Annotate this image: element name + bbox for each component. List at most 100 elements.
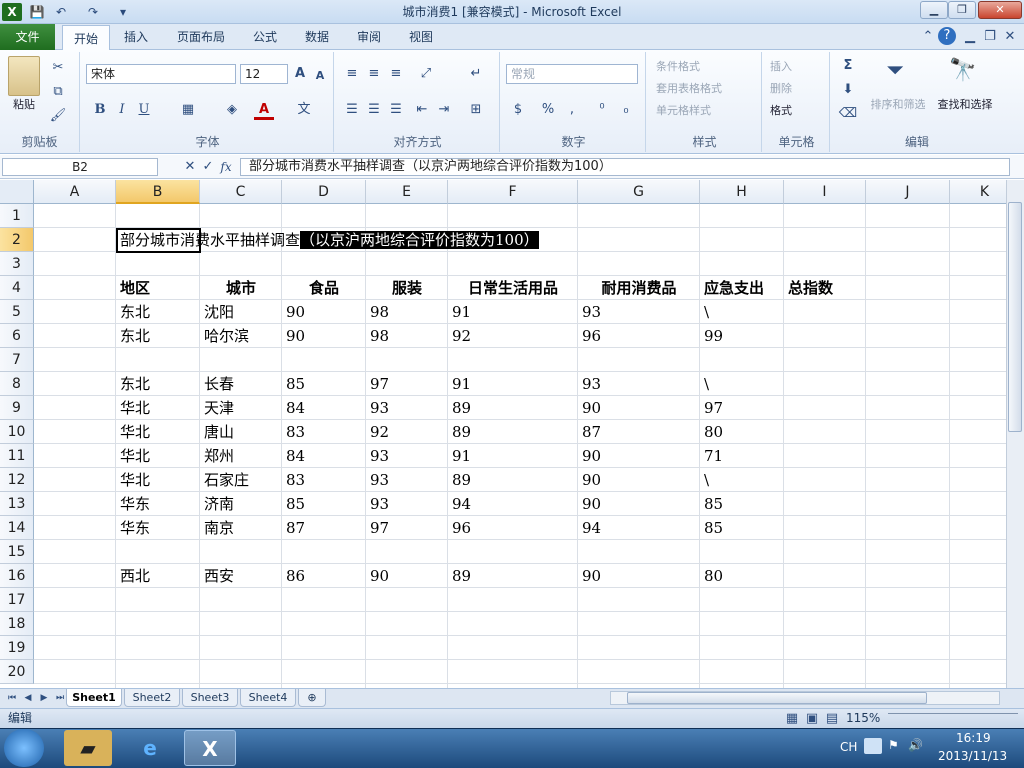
keyboard-icon[interactable]	[864, 738, 882, 754]
font-color-icon[interactable]: A	[254, 100, 274, 120]
align-middle-icon[interactable]: ≡	[364, 64, 384, 84]
data-cell[interactable]: 93	[366, 444, 448, 468]
borders-icon[interactable]: ▦	[178, 100, 198, 120]
data-cell[interactable]: 华北	[116, 396, 200, 420]
file-tab[interactable]: 文件	[0, 24, 55, 50]
data-cell[interactable]: 92	[448, 324, 578, 348]
paste-icon[interactable]	[8, 56, 40, 96]
data-cell[interactable]: 91	[448, 444, 578, 468]
doc-close-icon[interactable]: ✕	[1000, 27, 1020, 47]
data-cell[interactable]: 91	[448, 300, 578, 324]
data-cell[interactable]: 86	[282, 564, 366, 588]
column-header-c[interactable]: C	[200, 180, 282, 204]
data-cell[interactable]: 92	[366, 420, 448, 444]
data-cell[interactable]: 80	[700, 564, 784, 588]
cancel-entry-icon[interactable]: ✕	[180, 157, 200, 177]
header-cell[interactable]: 日常生活用品	[448, 276, 578, 300]
sort-filter-icon[interactable]: ⏷	[880, 56, 910, 86]
data-cell[interactable]: 89	[448, 564, 578, 588]
data-cell[interactable]: 哈尔滨	[200, 324, 282, 348]
redo-icon[interactable]: ↷	[84, 3, 102, 21]
data-cell[interactable]: 华东	[116, 492, 200, 516]
data-cell[interactable]: 84	[282, 444, 366, 468]
data-cell[interactable]: 90	[578, 564, 700, 588]
volume-icon[interactable]: 🔊	[908, 738, 923, 752]
data-cell[interactable]: 东北	[116, 372, 200, 396]
formula-input[interactable]: 部分城市消费水平抽样调查（以京沪两地综合评价指数为100）	[240, 158, 1010, 176]
number-format-select[interactable]: 常规	[506, 64, 638, 84]
sheet-tab-sheet4[interactable]: Sheet4	[240, 689, 296, 707]
delete-cells-button[interactable]: 删除	[770, 80, 826, 96]
comma-icon[interactable]: ,	[562, 100, 582, 120]
data-cell[interactable]: 83	[282, 420, 366, 444]
header-cell[interactable]: 地区	[116, 276, 200, 300]
paste-button[interactable]: 粘贴	[6, 96, 42, 112]
column-header-a[interactable]: A	[34, 180, 116, 204]
merge-center-icon[interactable]: ⊞	[466, 100, 486, 120]
vertical-scroll-thumb[interactable]	[1008, 202, 1022, 432]
tab-insert[interactable]: 插入	[116, 24, 156, 50]
row-header-1[interactable]: 1	[0, 204, 34, 228]
data-cell[interactable]: 89	[448, 396, 578, 420]
row-header-20[interactable]: 20	[0, 660, 34, 684]
align-left-icon[interactable]: ☰	[342, 100, 362, 120]
data-cell[interactable]: 华北	[116, 444, 200, 468]
excel-app-icon[interactable]: X	[2, 3, 22, 21]
data-cell[interactable]: 90	[578, 468, 700, 492]
undo-icon[interactable]: ↶	[52, 3, 70, 21]
row-header-6[interactable]: 6	[0, 324, 34, 348]
excel-taskbar-icon[interactable]: X	[184, 730, 236, 766]
insert-cells-button[interactable]: 插入	[770, 58, 826, 74]
currency-icon[interactable]: $	[508, 100, 528, 120]
data-cell[interactable]: 93	[366, 468, 448, 492]
data-cell[interactable]: 南京	[200, 516, 282, 540]
select-all-corner[interactable]	[0, 180, 34, 204]
header-cell[interactable]: 服装	[366, 276, 448, 300]
data-cell[interactable]: 98	[366, 300, 448, 324]
grow-font-icon[interactable]: A	[290, 64, 310, 84]
sheet-tab-sheet3[interactable]: Sheet3	[182, 689, 238, 707]
zoom-slider[interactable]	[888, 713, 1018, 723]
data-cell[interactable]: 89	[448, 468, 578, 492]
font-name-select[interactable]: 宋体	[86, 64, 236, 84]
row-header-13[interactable]: 13	[0, 492, 34, 516]
explorer-taskbar-icon[interactable]: ▰	[64, 730, 112, 766]
fill-color-icon[interactable]: ◈	[222, 100, 242, 120]
confirm-entry-icon[interactable]: ✓	[198, 157, 218, 177]
percent-icon[interactable]: %	[538, 100, 558, 120]
customize-qat-icon[interactable]: ▾	[114, 3, 132, 21]
data-cell[interactable]: 华北	[116, 420, 200, 444]
data-cell[interactable]: 西安	[200, 564, 282, 588]
header-cell[interactable]: 耐用消费品	[578, 276, 700, 300]
copy-icon[interactable]: ⧉	[48, 82, 68, 102]
horizontal-scroll-thumb[interactable]	[627, 692, 927, 704]
insert-sheet-icon[interactable]: ⊕	[298, 689, 326, 707]
data-cell[interactable]: 97	[700, 396, 784, 420]
data-cell[interactable]: 93	[578, 372, 700, 396]
data-cell[interactable]: 71	[700, 444, 784, 468]
data-cell[interactable]: 90	[366, 564, 448, 588]
data-cell[interactable]: 93	[578, 300, 700, 324]
row-header-17[interactable]: 17	[0, 588, 34, 612]
bold-button[interactable]: B	[90, 100, 110, 120]
header-cell[interactable]: 应急支出	[700, 276, 784, 300]
row-header-3[interactable]: 3	[0, 252, 34, 276]
data-cell[interactable]: 东北	[116, 300, 200, 324]
save-icon[interactable]: 💾	[28, 3, 46, 21]
align-top-icon[interactable]: ≡	[342, 64, 362, 84]
page-layout-view-icon[interactable]: ▣	[802, 709, 822, 728]
language-indicator[interactable]: CH	[840, 740, 857, 754]
align-center-icon[interactable]: ☰	[364, 100, 384, 120]
data-cell[interactable]: 90	[578, 396, 700, 420]
clock-date[interactable]: 2013/11/13	[938, 749, 1007, 763]
data-cell[interactable]: 99	[700, 324, 784, 348]
row-header-4[interactable]: 4	[0, 276, 34, 300]
autosum-icon[interactable]: Σ	[838, 56, 858, 76]
name-box[interactable]: B2	[2, 158, 158, 176]
wrap-text-icon[interactable]: ↵	[466, 64, 486, 84]
header-cell[interactable]: 食品	[282, 276, 366, 300]
row-header-16[interactable]: 16	[0, 564, 34, 588]
doc-restore-icon[interactable]: ❐	[980, 27, 1000, 47]
data-cell[interactable]: 94	[448, 492, 578, 516]
data-cell[interactable]: \	[700, 468, 784, 492]
